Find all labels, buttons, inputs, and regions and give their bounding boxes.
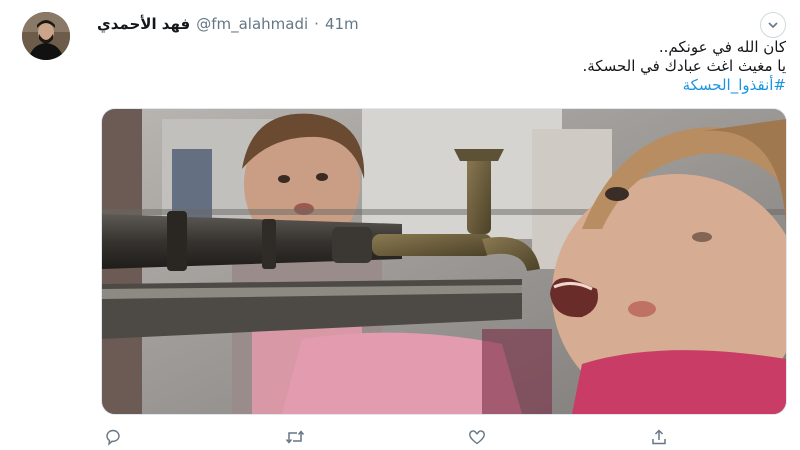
tweet-text-line-2: يا مغيث اغث عبادك في الحسكة. bbox=[582, 57, 786, 75]
tweet-text: كان الله في عونكم.. يا مغيث اغث عبادك في… bbox=[186, 38, 786, 95]
tweet-actions bbox=[100, 426, 680, 448]
hashtag-link[interactable]: #أنقذوا_الحسكة bbox=[186, 76, 786, 95]
tweet-text-line-1: كان الله في عونكم.. bbox=[658, 38, 786, 56]
chevron-down-icon bbox=[768, 22, 778, 29]
retweet-button[interactable] bbox=[284, 426, 306, 448]
like-button[interactable] bbox=[466, 426, 488, 448]
display-name[interactable]: فهد الأحمدي bbox=[97, 15, 190, 33]
username-handle[interactable]: @fm_alahmadi bbox=[196, 15, 308, 33]
reply-button[interactable] bbox=[102, 426, 124, 448]
tweet-card: فهد الأحمدي @fm_alahmadi · 41m كان الله … bbox=[0, 0, 800, 450]
tweet-header: فهد الأحمدي @fm_alahmadi · 41m bbox=[97, 14, 359, 34]
avatar[interactable] bbox=[22, 12, 70, 60]
tweet-photo[interactable] bbox=[101, 108, 787, 415]
tweet-menu-button[interactable] bbox=[760, 12, 786, 38]
share-button[interactable] bbox=[648, 426, 670, 448]
share-icon bbox=[652, 429, 666, 445]
separator-dot: · bbox=[314, 15, 319, 33]
reply-icon bbox=[106, 429, 120, 446]
timestamp[interactable]: 41m bbox=[325, 15, 359, 33]
heart-icon bbox=[469, 430, 485, 445]
retweet-icon bbox=[285, 430, 305, 444]
